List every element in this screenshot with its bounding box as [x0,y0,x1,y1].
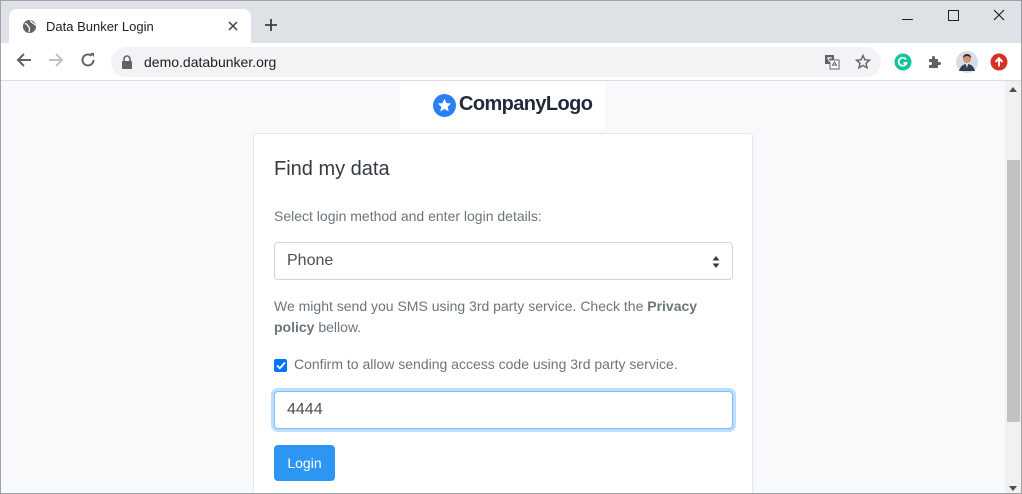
scroll-down-arrow-icon[interactable] [1009,486,1017,491]
close-window-icon [993,8,1005,26]
login-method-description: Select login method and enter login deta… [274,208,542,224]
browser-toolbar: demo.databunker.org [1,43,1021,81]
login-button[interactable]: Login [274,445,335,481]
maximize-icon [947,8,959,26]
back-button[interactable] [10,48,38,76]
phone-input[interactable]: 4444 [274,391,733,429]
back-icon [16,52,32,73]
consent-checkbox[interactable] [274,359,287,372]
minimize-button[interactable] [884,3,930,31]
consent-label[interactable]: Confirm to allow sending access code usi… [294,356,678,372]
lock-icon [121,55,133,69]
reload-icon [80,52,96,73]
translate-icon[interactable] [821,51,843,73]
page-viewport: CompanyLogo Find my data Select login me… [1,81,1005,493]
scroll-up-arrow-icon[interactable] [1009,87,1017,92]
phone-input-value: 4444 [287,401,323,418]
login-method-value: Phone [287,252,334,269]
new-tab-button[interactable] [259,15,283,39]
sms-notice: We might send you SMS using 3rd party se… [274,296,734,338]
sms-notice-text: We might send you SMS using 3rd party se… [274,298,648,314]
extensions-icon[interactable] [924,51,946,73]
scrollbar-thumb[interactable] [1007,160,1020,422]
sms-notice-end: bellow. [314,319,362,335]
tab-strip: Data Bunker Login [1,1,1021,43]
forward-icon [48,52,64,73]
select-arrows-icon [712,255,720,269]
company-logo: CompanyLogo [400,81,605,130]
maximize-button[interactable] [930,3,976,31]
browser-window: Data Bunker Login demo.databunker.org Co… [0,0,1022,494]
minimize-icon [901,8,913,26]
login-card: Find my data Select login method and ent… [253,133,753,493]
login-method-select[interactable]: Phone [274,242,733,280]
address-bar[interactable]: demo.databunker.org [111,47,881,77]
plus-icon [264,18,278,37]
grammarly-icon[interactable] [892,51,914,73]
page-title: Find my data [274,158,390,180]
reload-button[interactable] [74,48,102,76]
url-text: demo.databunker.org [144,54,277,70]
logo-text: CompanyLogo [459,93,593,115]
profile-avatar[interactable] [956,51,978,73]
star-icon[interactable] [852,51,874,73]
update-icon[interactable] [988,51,1010,73]
globe-icon [22,19,37,34]
forward-button[interactable] [42,48,70,76]
tab-title: Data Bunker Login [46,19,154,34]
star-logo-icon [433,94,456,117]
close-icon[interactable] [223,16,243,36]
close-window-button[interactable] [976,3,1021,31]
tab-data-bunker-login[interactable]: Data Bunker Login [9,9,251,43]
vertical-scrollbar[interactable] [1005,81,1021,493]
